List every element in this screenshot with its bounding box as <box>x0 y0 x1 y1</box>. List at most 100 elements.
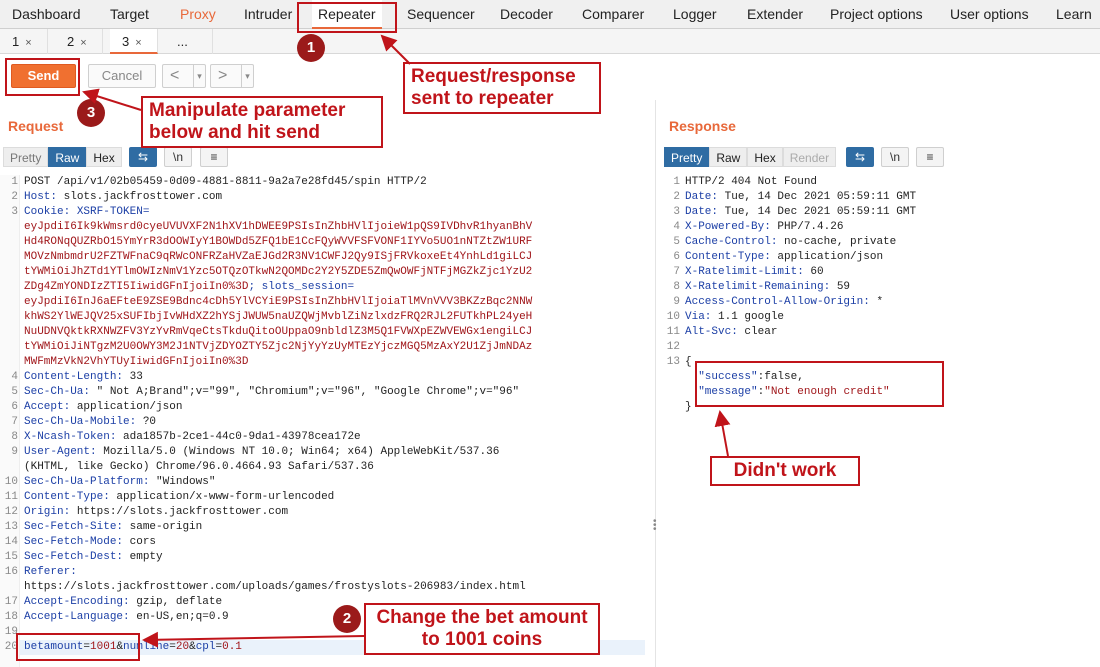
line-number: 4 <box>11 371 18 383</box>
code-token: cors <box>123 536 157 548</box>
line-number: 7 <box>11 416 18 428</box>
newline-icon[interactable]: \n <box>881 147 909 167</box>
chevron-down-icon[interactable]: ▾ <box>241 65 253 87</box>
pane-divider[interactable] <box>655 100 656 667</box>
close-icon[interactable]: × <box>80 37 86 49</box>
code-line: Sec-Ch-Ua-Platform: "Windows" <box>24 475 215 490</box>
close-icon[interactable]: × <box>135 37 141 49</box>
code-token: Sec-Fetch-Mode: <box>24 536 124 548</box>
code-token: Content-Length: <box>24 371 124 383</box>
callout-line: Change the bet amount <box>376 607 588 628</box>
code-token: Date: <box>685 191 719 203</box>
wrap-icon[interactable]: ⇆ <box>846 147 874 167</box>
code-line: X-Ratelimit-Limit: 60 <box>685 265 824 280</box>
request-view-tabs: Pretty Raw Hex <box>3 147 122 167</box>
back-button[interactable]: < ▾ <box>162 64 206 88</box>
request-editor[interactable]: 1 POST /api/v1/02b05459-0d09-4881-8811-9a… <box>0 175 650 667</box>
code-token: Tue, 14 Dec 2021 05:59:11 GMT <box>718 206 917 218</box>
repeater-tab-1[interactable]: 1 × <box>0 29 48 54</box>
request-tab-raw[interactable]: Raw <box>48 147 87 167</box>
code-token: clear <box>737 326 778 338</box>
line-number: 4 <box>673 221 680 233</box>
line-number: 11 <box>666 326 680 338</box>
code-token: PHP/7.4.26 <box>770 221 844 233</box>
callout-repeater: Request/response sent to repeater <box>403 62 601 114</box>
repeater-tab-2[interactable]: 2 × <box>55 29 103 54</box>
line-number: 11 <box>4 491 18 503</box>
tab-proxy[interactable]: Proxy <box>180 0 216 29</box>
response-tab-hex[interactable]: Hex <box>747 147 783 167</box>
code-token: Accept-Language: <box>24 611 130 623</box>
callout-line: Request/response <box>411 66 576 87</box>
menu-icon[interactable]: ≡ <box>200 147 228 167</box>
code-line: Date: Tue, 14 Dec 2021 05:59:11 GMT <box>685 205 916 220</box>
line-number: 6 <box>11 401 18 413</box>
close-icon[interactable]: × <box>25 37 31 49</box>
wrap-icon[interactable]: ⇆ <box>129 147 157 167</box>
code-token: gzip, deflate <box>129 596 223 608</box>
tab-decoder[interactable]: Decoder <box>500 0 553 29</box>
code-token: X-Ncash-Token: <box>24 431 117 443</box>
line-number: 15 <box>4 551 18 563</box>
code-token: XSRF-TOKEN= <box>70 206 150 218</box>
response-tab-render[interactable]: Render <box>782 147 837 167</box>
line-number: 3 <box>11 206 18 218</box>
tab-logger[interactable]: Logger <box>673 0 717 29</box>
forward-button[interactable]: > ▾ <box>210 64 254 88</box>
callout-manipulate: Manipulate parameter below and hit send <box>141 96 383 148</box>
response-body-highlight <box>695 361 944 407</box>
code-line: (KHTML, like Gecko) Chrome/96.0.4664.93 … <box>24 460 374 475</box>
drag-handle-icon[interactable]: • • • <box>653 517 657 535</box>
code-token: 0.1 <box>222 641 242 653</box>
code-token: ; slots_session= <box>248 281 355 293</box>
code-token: MWFmMzVkN2VhYTUyIiwidGFnIjoiIn0%3D <box>24 356 249 368</box>
response-tab-pretty[interactable]: Pretty <box>664 147 710 167</box>
tab-sequencer[interactable]: Sequencer <box>407 0 475 29</box>
code-line: User-Agent: Mozilla/5.0 (Windows NT 10.0… <box>24 445 499 460</box>
code-line: khWS2YlWEJQV25xSUFIbjIvWHdXZ2hYSjJWUW5na… <box>24 310 532 325</box>
code-token: en-US,en;q=0.9 <box>129 611 229 623</box>
tab-learn[interactable]: Learn <box>1056 0 1092 29</box>
line-number: 9 <box>11 446 18 458</box>
code-token: application/x-www-form-urlencoded <box>109 491 335 503</box>
line-number: 5 <box>673 236 680 248</box>
tab-comparer[interactable]: Comparer <box>582 0 644 29</box>
step-badge-3: 3 <box>77 99 105 127</box>
tab-project-options[interactable]: Project options <box>830 0 923 29</box>
callout-didnt-work: Didn't work <box>710 456 860 486</box>
code-token: cpl <box>195 641 216 653</box>
chevron-right-icon: > <box>218 67 228 84</box>
tab-extender[interactable]: Extender <box>747 0 803 29</box>
line-number: 1 <box>11 176 18 188</box>
code-token: Hd4RONqQUZRbO15YmYrR3dOOWIyY1BOWDd5ZFQ1b… <box>24 236 533 248</box>
code-line: Sec-Fetch-Mode: cors <box>24 535 156 550</box>
response-tab-raw[interactable]: Raw <box>709 147 748 167</box>
line-number: 12 <box>4 506 18 518</box>
code-token: Content-Type: <box>24 491 110 503</box>
code-token: Date: <box>685 206 719 218</box>
code-token: Referer: <box>24 566 77 578</box>
line-number: 18 <box>4 611 18 623</box>
code-token: ada1857b-2ce1-44c0-9da1-43978cea172e <box>116 431 361 443</box>
request-tab-hex[interactable]: Hex <box>86 147 122 167</box>
code-line: tYWMiOiJiNTgzM2U0OWY3M2J1NTVjZDYOZTY5Zjc… <box>24 340 532 355</box>
menu-icon[interactable]: ≡ <box>916 147 944 167</box>
code-token: X-Ratelimit-Remaining: <box>685 281 831 293</box>
code-token: 20 <box>175 641 190 653</box>
repeater-tab-new[interactable]: ... <box>165 29 213 54</box>
cancel-button[interactable]: Cancel <box>88 64 156 88</box>
newline-icon[interactable]: \n <box>164 147 192 167</box>
main-tab-bar: Dashboard Target Proxy Intruder Repeater… <box>0 0 1100 29</box>
tab-intruder[interactable]: Intruder <box>244 0 292 29</box>
tab-target[interactable]: Target <box>110 0 149 29</box>
tab-user-options[interactable]: User options <box>950 0 1029 29</box>
request-tab-pretty[interactable]: Pretty <box>3 147 49 167</box>
line-number: 12 <box>666 341 680 353</box>
repeater-tab-3[interactable]: 3 × <box>110 29 158 54</box>
repeater-tab-label: 3 <box>122 34 130 49</box>
code-line: Sec-Ch-Ua: " Not A;Brand";v="99", "Chrom… <box>24 385 519 400</box>
repeater-tab-label: ... <box>177 34 188 49</box>
tab-dashboard[interactable]: Dashboard <box>12 0 81 29</box>
code-line: https://slots.jackfrosttower.com/uploads… <box>24 580 526 595</box>
chevron-down-icon[interactable]: ▾ <box>193 65 205 87</box>
